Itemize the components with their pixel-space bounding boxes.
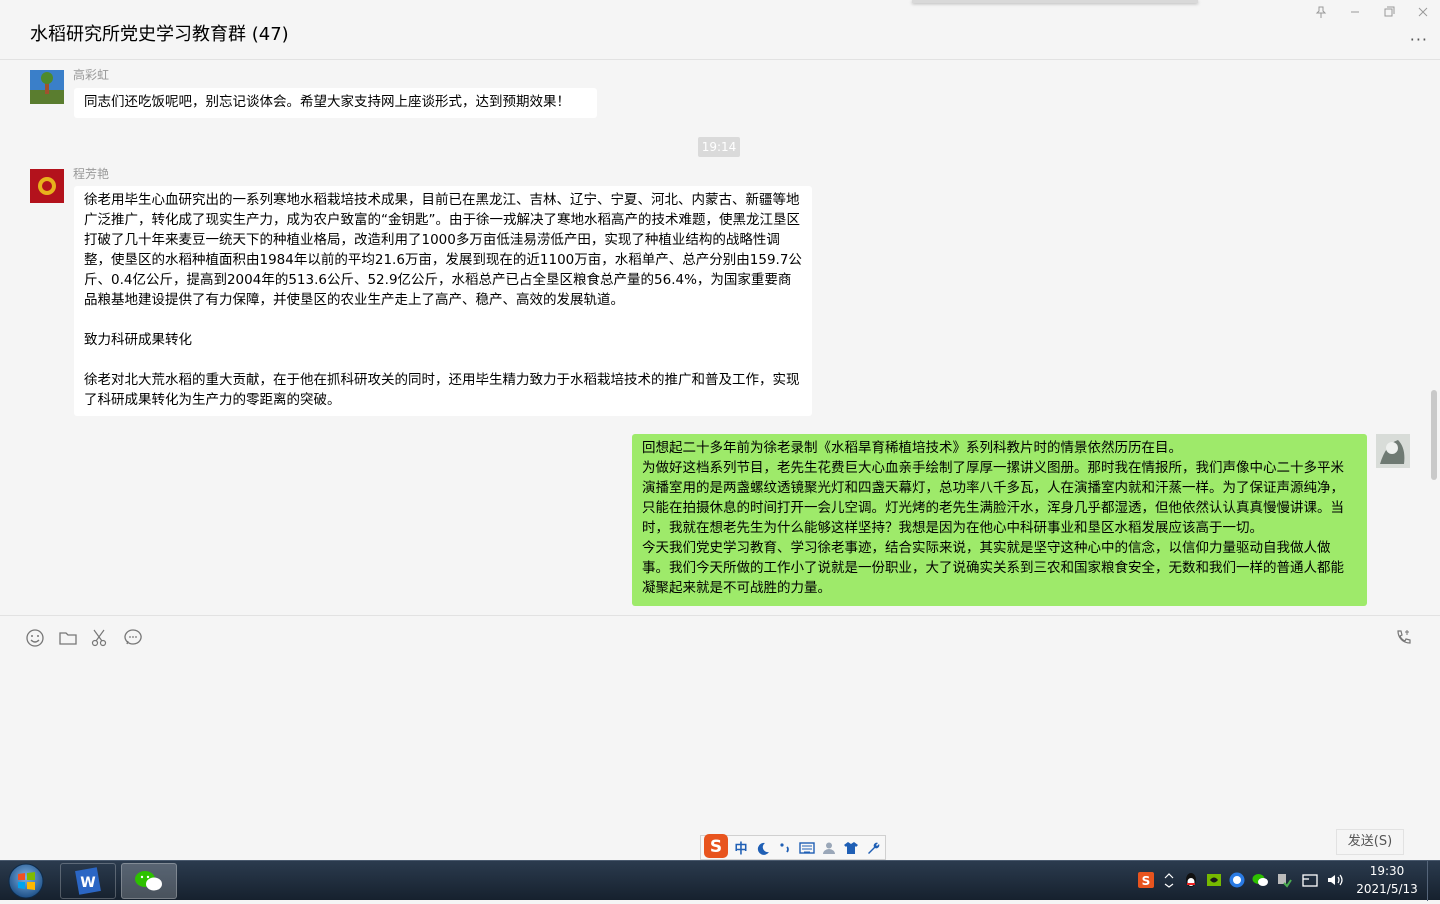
user-icon[interactable] <box>819 838 839 858</box>
network-tray-icon[interactable] <box>1274 871 1292 889</box>
maximize-icon[interactable] <box>1377 3 1401 21</box>
browser-tray-icon[interactable] <box>1228 871 1246 889</box>
time-divider: 19:14 <box>698 137 740 157</box>
emoji-icon[interactable] <box>25 628 45 648</box>
punctuation-icon[interactable] <box>775 838 795 858</box>
taskbar: W S 19:30 2021/5/13 <box>0 860 1440 901</box>
avatar[interactable] <box>30 70 64 104</box>
skin-shirt-icon[interactable] <box>841 838 861 858</box>
message-bubble[interactable]: 同志们还吃饭呢吧，别忘记谈体会。希望大家支持网上座谈形式，达到预期效果！ <box>74 88 597 118</box>
chat-title: 水稻研究所党史学习教育群 (47) <box>30 24 289 45</box>
chat-header: 水稻研究所党史学习教育群 (47) ··· <box>0 0 1440 60</box>
chat-history-icon[interactable] <box>123 628 143 648</box>
message-bubble-self[interactable]: 回想起二十多年前为徐老录制《水稻旱育稀植培技术》系列科教片时的情景依然历历在目。… <box>632 434 1367 606</box>
folder-icon[interactable] <box>58 628 78 648</box>
show-desktop-button[interactable] <box>1427 861 1440 901</box>
svg-text:S: S <box>710 837 722 857</box>
message-list[interactable]: 高彩虹 同志们还吃饭呢吧，别忘记谈体会。希望大家支持网上座谈形式，达到预期效果！… <box>0 60 1440 615</box>
qq-tray-icon[interactable] <box>1182 871 1200 889</box>
action-center-icon[interactable] <box>1301 871 1319 889</box>
message-bubble[interactable]: 徐老用毕生心血研究出的一系列寒地水稻栽培技术成果，目前已在黑龙江、吉林、辽宁、宁… <box>74 186 812 416</box>
scrollbar[interactable] <box>1431 390 1437 480</box>
ime-toolbar[interactable]: S 中 <box>700 833 886 860</box>
taskbar-app-word[interactable]: W <box>60 863 116 899</box>
taskbar-app-wechat[interactable] <box>121 863 177 899</box>
sogou-logo-icon[interactable]: S <box>703 833 729 859</box>
sender-name: 程芳艳 <box>73 167 110 181</box>
svg-text:W: W <box>80 875 95 891</box>
avatar[interactable] <box>30 169 64 203</box>
clock-date[interactable]: 2021/5/13 <box>1356 882 1418 896</box>
overlay-window-edge <box>912 0 1198 3</box>
keyboard-icon[interactable] <box>797 838 817 858</box>
voice-call-icon[interactable] <box>1394 628 1414 648</box>
wrench-icon[interactable] <box>863 838 883 858</box>
clock-time[interactable]: 19:30 <box>1356 864 1418 878</box>
sender-name: 高彩虹 <box>73 68 110 82</box>
more-options-button[interactable]: ··· <box>1410 30 1428 49</box>
show-hidden-icons-icon[interactable] <box>1160 871 1178 889</box>
ime-mode-label[interactable]: 中 <box>731 838 751 858</box>
svg-text:S: S <box>1142 874 1151 888</box>
close-icon[interactable] <box>1411 3 1435 21</box>
wechat-tray-icon[interactable] <box>1251 871 1269 889</box>
input-area[interactable]: 发送(S) <box>0 615 1440 860</box>
scissors-icon[interactable] <box>90 628 110 648</box>
start-button[interactable] <box>6 862 46 900</box>
sogou-tray-icon[interactable]: S <box>1137 871 1155 889</box>
pin-icon[interactable] <box>1309 3 1333 21</box>
volume-icon[interactable] <box>1326 871 1344 889</box>
minimize-icon[interactable] <box>1343 3 1367 21</box>
nvidia-tray-icon[interactable] <box>1205 871 1223 889</box>
moon-icon[interactable] <box>753 838 773 858</box>
send-button[interactable]: 发送(S) <box>1336 829 1404 855</box>
avatar-self[interactable] <box>1376 434 1410 468</box>
